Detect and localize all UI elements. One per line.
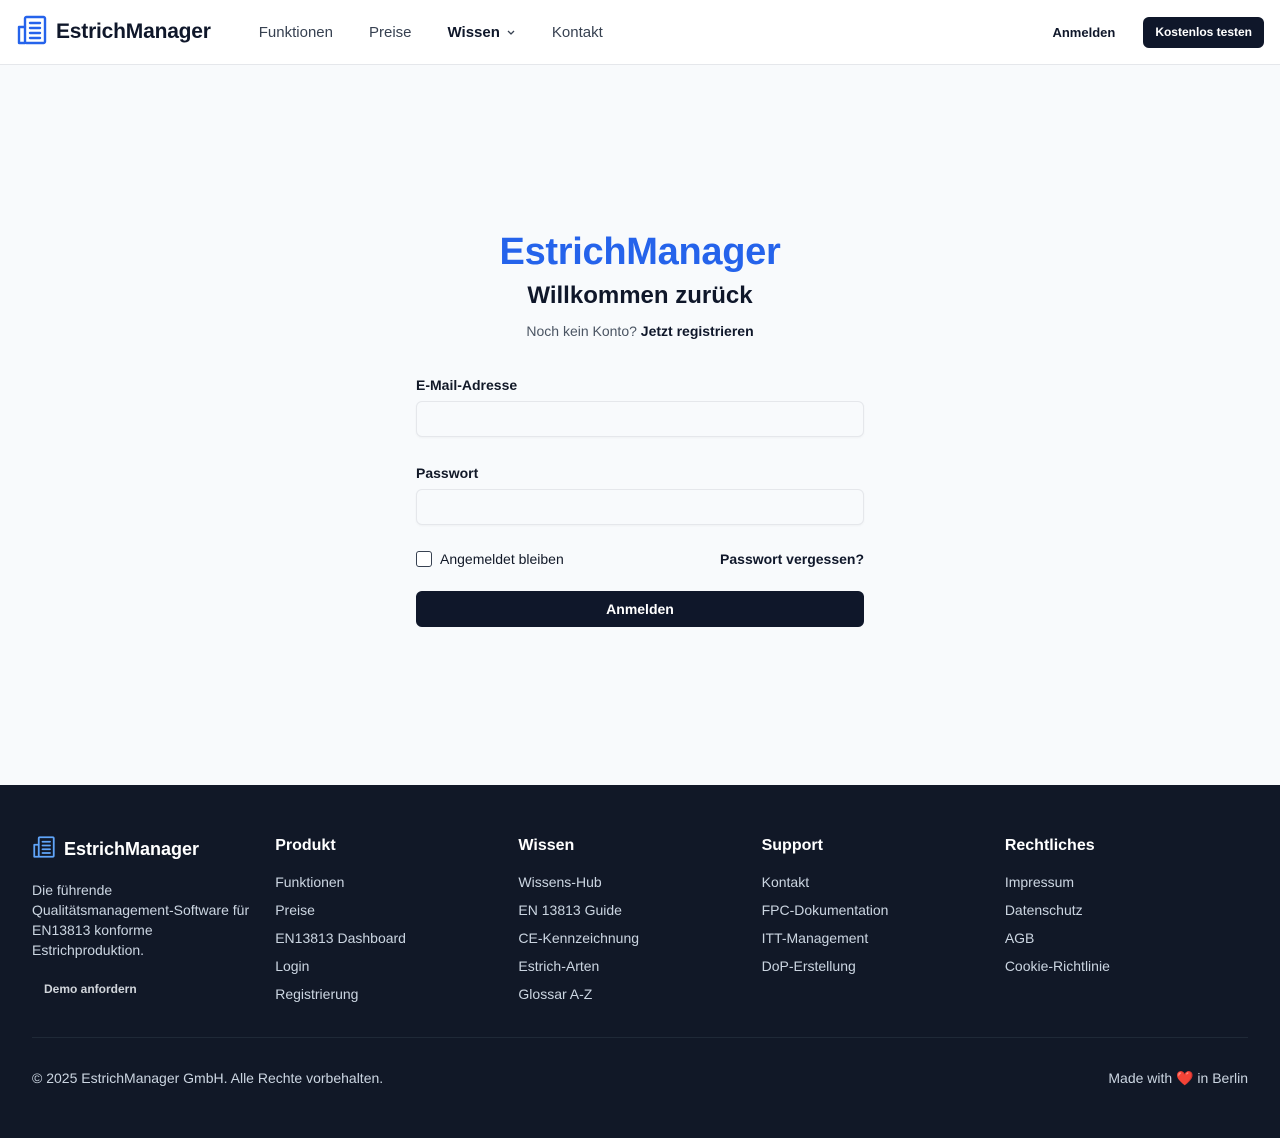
nav-item-preise[interactable]: Preise <box>369 24 412 41</box>
footer-link[interactable]: Login <box>275 956 518 976</box>
footer-logo-text: EstrichManager <box>64 839 200 859</box>
page-title: Willkommen zurück <box>527 282 753 309</box>
made-with-suffix: in Berlin <box>1197 1070 1248 1086</box>
chevron-down-icon <box>506 24 516 41</box>
footer-link[interactable]: CE-Kennzeichnung <box>518 928 761 948</box>
footer-logo[interactable]: EstrichManager <box>32 835 275 864</box>
footer-bottom: © 2025 EstrichManager GmbH. Alle Rechte … <box>32 1070 1248 1087</box>
header-logo[interactable]: EstrichManager <box>16 14 211 51</box>
login-submit-button[interactable]: Anmelden <box>416 591 864 627</box>
site-header: EstrichManager Funktionen Preise Wissen … <box>0 0 1280 65</box>
register-prompt: Noch kein Konto? Jetzt registrieren <box>526 323 753 339</box>
made-with: Made with ❤️ in Berlin <box>1108 1070 1248 1087</box>
nav-item-kontakt[interactable]: Kontakt <box>552 24 603 41</box>
footer-link[interactable]: Impressum <box>1005 872 1248 892</box>
footer-link[interactable]: Wissens-Hub <box>518 872 761 892</box>
footer-link[interactable]: Estrich-Arten <box>518 956 761 976</box>
password-label: Passwort <box>416 465 479 481</box>
footer-col-wissen: Wissen Wissens-Hub EN 13813 Guide CE-Ken… <box>518 835 761 1012</box>
footer-col-title: Wissen <box>518 837 575 854</box>
footer-link[interactable]: Funktionen <box>275 872 518 892</box>
building-icon <box>16 14 48 51</box>
free-trial-button[interactable]: Kostenlos testen <box>1143 16 1264 48</box>
password-field-group: Passwort <box>416 465 864 525</box>
made-with-prefix: Made with <box>1108 1070 1173 1086</box>
footer-link[interactable]: Datenschutz <box>1005 900 1248 920</box>
remember-me-checkbox[interactable] <box>416 551 432 567</box>
password-field[interactable] <box>416 489 864 525</box>
login-section: EstrichManager Willkommen zurück Noch ke… <box>0 65 1280 785</box>
logo-text: EstrichManager <box>56 20 211 43</box>
footer-description: Die führende Qualitätsmanagement-Softwar… <box>32 882 250 958</box>
footer-link[interactable]: Preise <box>275 900 518 920</box>
email-field-group: E-Mail-Adresse <box>416 377 864 437</box>
footer-link[interactable]: FPC-Dokumentation <box>762 900 1005 920</box>
footer-link[interactable]: ITT-Management <box>762 928 1005 948</box>
footer-link[interactable]: Glossar A-Z <box>518 984 761 1004</box>
no-account-text: Noch kein Konto? <box>526 323 637 339</box>
footer-col-rechtliches: Rechtliches Impressum Datenschutz AGB Co… <box>1005 835 1248 1012</box>
login-options: Angemeldet bleiben Passwort vergessen? <box>416 551 864 567</box>
login-form: E-Mail-Adresse Passwort Angemeldet bleib… <box>416 377 864 627</box>
footer-col-title: Rechtliches <box>1004 837 1095 854</box>
building-icon <box>32 835 56 864</box>
remember-me-label: Angemeldet bleiben <box>440 551 564 567</box>
brand-title: EstrichManager <box>499 231 781 273</box>
footer-link[interactable]: AGB <box>1005 928 1248 948</box>
footer-brand: EstrichManager Die führende Qualitätsman… <box>32 835 275 1012</box>
footer-col-title: Produkt <box>275 837 336 854</box>
footer-link[interactable]: EN 13813 Guide <box>518 900 761 920</box>
footer-link[interactable]: Registrierung <box>275 984 518 1004</box>
footer-link[interactable]: EN13813 Dashboard <box>275 928 518 948</box>
footer-col-produkt: Produkt Funktionen Preise EN13813 Dashbo… <box>275 835 518 1012</box>
main-nav: Funktionen Preise Wissen Kontakt <box>259 24 603 41</box>
footer-col-title: Support <box>761 837 823 854</box>
header-login-link[interactable]: Anmelden <box>1052 25 1115 40</box>
heart-icon: ❤️ <box>1176 1070 1194 1086</box>
copyright: © 2025 EstrichManager GmbH. Alle Rechte … <box>32 1070 384 1086</box>
email-field[interactable] <box>416 401 864 437</box>
footer-link[interactable]: DoP-Erstellung <box>762 956 1005 976</box>
forgot-password-link[interactable]: Passwort vergessen? <box>720 551 864 567</box>
footer-col-support: Support Kontakt FPC-Dokumentation ITT-Ma… <box>762 835 1005 1012</box>
site-footer: EstrichManager Die führende Qualitätsman… <box>0 785 1280 1138</box>
register-link[interactable]: Jetzt registrieren <box>641 323 754 339</box>
email-label: E-Mail-Adresse <box>416 377 518 393</box>
footer-columns: EstrichManager Die führende Qualitätsman… <box>32 835 1248 1012</box>
footer-link[interactable]: Kontakt <box>762 872 1005 892</box>
nav-item-wissen[interactable]: Wissen <box>448 24 516 41</box>
header-actions: Anmelden Kostenlos testen <box>1052 16 1264 48</box>
footer-link[interactable]: Cookie-Richtlinie <box>1005 956 1248 976</box>
nav-item-wissen-label: Wissen <box>447 23 500 41</box>
remember-me[interactable]: Angemeldet bleiben <box>416 551 564 567</box>
footer-divider <box>32 1037 1248 1038</box>
demo-request-button[interactable]: Demo anfordern <box>44 982 137 996</box>
nav-item-funktionen[interactable]: Funktionen <box>259 24 333 41</box>
